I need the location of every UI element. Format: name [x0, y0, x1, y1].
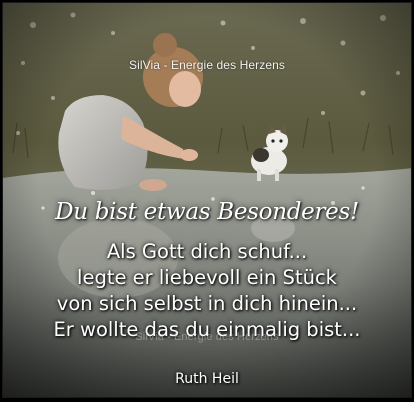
watermark-bottom: SilVia - Energie des Herzens — [135, 331, 279, 343]
poem-line-3: von sich selbst in dich hinein... — [56, 292, 358, 315]
watermark-top: SilVia - Energie des Herzens — [129, 58, 285, 72]
poem-line-1: Als Gott dich schuf... — [106, 240, 308, 263]
headline-text: Du bist etwas Besonderes! — [55, 199, 359, 225]
poem-line-2: legte er liebevoll ein Stück — [77, 266, 337, 289]
author-name: Ruth Heil — [175, 371, 239, 387]
poem-block: Als Gott dich schuf... legte er liebevol… — [3, 239, 411, 343]
photo-frame: SilVia - Energie des Herzens Du bist etw… — [2, 2, 412, 398]
